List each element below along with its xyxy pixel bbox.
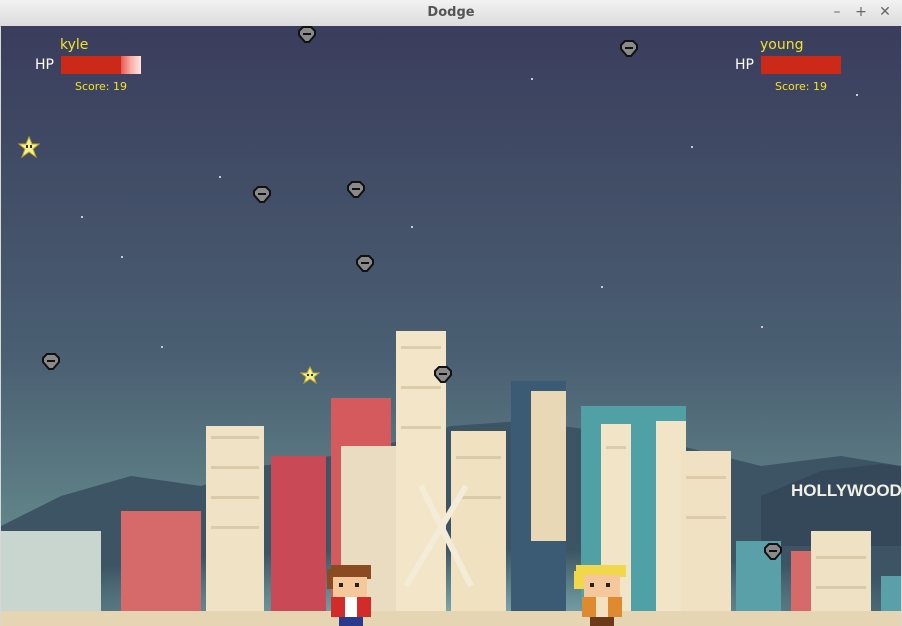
player2-character [572, 563, 632, 626]
player2-score: Score: 19 [775, 80, 828, 93]
minimize-button[interactable]: – [828, 3, 846, 21]
rock-icon [763, 543, 783, 565]
rock-icon [346, 181, 366, 203]
player1-hp-damage [121, 56, 141, 74]
rock-icon [433, 366, 453, 388]
star-powerup-icon [17, 135, 41, 162]
player1-hp-bar [61, 56, 141, 74]
window-title: Dodge [427, 5, 475, 20]
hollywood-sign: HOLLYWOOD [791, 481, 901, 500]
city-skyline-background: HOLLYWOOD [1, 26, 901, 626]
rock-icon [297, 26, 317, 48]
rock-icon [355, 255, 375, 277]
player2-hp-label: HP [735, 57, 754, 73]
player1-name: kyle [60, 37, 89, 53]
star-powerup-icon [299, 365, 321, 388]
rock-icon [252, 186, 272, 208]
game-window: Dodge – + ✕ HOLLYWOOD kyle HP Score: 19 … [0, 0, 902, 626]
player1-score: Score: 19 [75, 80, 128, 93]
maximize-button[interactable]: + [852, 3, 870, 21]
close-button[interactable]: ✕ [876, 3, 894, 21]
title-bar[interactable]: Dodge – + ✕ [0, 0, 902, 27]
rock-icon [41, 353, 61, 375]
player1-character [323, 563, 379, 626]
player2-name: young [760, 37, 804, 53]
rock-icon [619, 40, 639, 62]
game-canvas[interactable]: HOLLYWOOD kyle HP Score: 19 young HP Sco… [1, 26, 901, 626]
player2-hp-bar [761, 56, 841, 74]
player1-hp-label: HP [35, 57, 54, 73]
